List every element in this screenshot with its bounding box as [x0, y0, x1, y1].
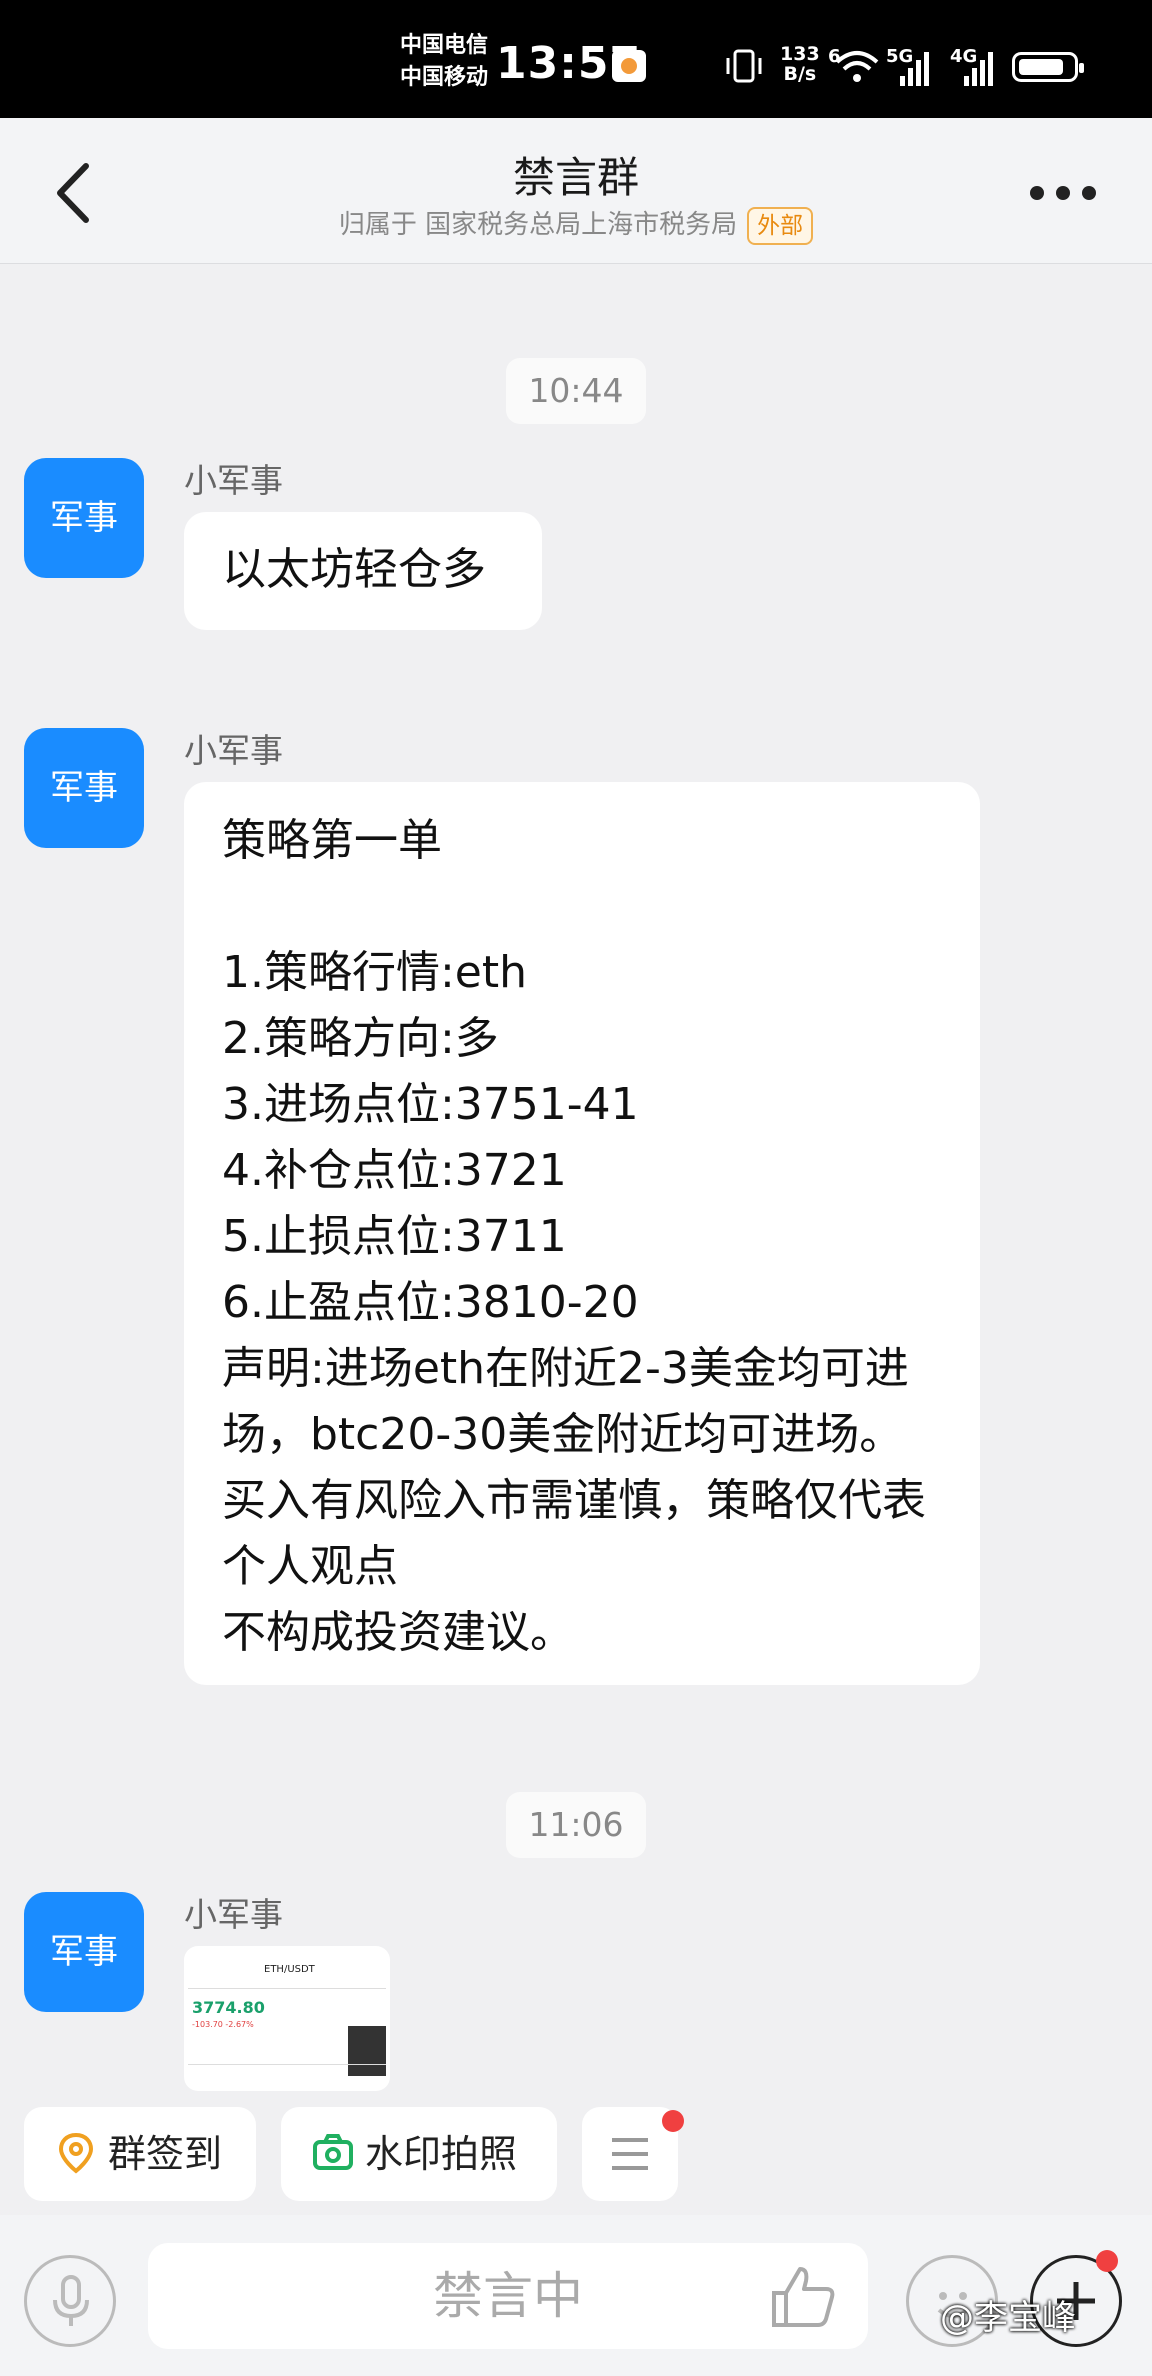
voice-button[interactable] — [24, 2255, 116, 2347]
avatar[interactable]: 军事 — [24, 1892, 144, 2012]
chat-subtitle: 归属于 国家税务总局上海市税务局 外部 — [0, 204, 1152, 245]
image-pair-label: ETH/USDT — [264, 1964, 315, 1975]
chat-header: 禁言群 归属于 国家税务总局上海市税务局 外部 — [0, 118, 1152, 264]
image-chart-area — [348, 2026, 386, 2076]
image-message[interactable]: ETH/USDT 3774.80 -103.70 -2.67% — [184, 1946, 390, 2091]
chat-title: 禁言群 — [512, 153, 639, 202]
battery-icon — [1012, 52, 1084, 82]
sender-name: 小军事 — [184, 1895, 283, 1934]
notification-dot — [1096, 2250, 1118, 2272]
location-pin-icon — [58, 2132, 94, 2174]
group-checkin-button[interactable]: 群签到 — [24, 2107, 256, 2201]
timestamp: 11:06 — [506, 1792, 646, 1858]
wifi-icon — [835, 51, 879, 82]
microphone-icon — [53, 2275, 89, 2326]
status-bar: 中国电信 中国移动 13:57 133 B/s 6 5G 4G — [0, 0, 1152, 118]
group-checkin-label: 群签到 — [108, 2132, 223, 2176]
message-bubble[interactable]: 策略第一单 1.策略行情:eth 2.策略方向:多 3.进场点位:3751-41… — [184, 782, 980, 1685]
speed-unit: B/s — [783, 63, 817, 85]
watermark-camera-button[interactable]: 水印拍照 — [281, 2107, 557, 2201]
watermark-text: @李宝峰 — [940, 2298, 1076, 2338]
image-price: 3774.80 — [192, 1998, 265, 2017]
sender-name: 小军事 — [184, 731, 283, 770]
carrier-2: 中国移动 — [400, 65, 489, 90]
speed-value: 133 — [780, 43, 820, 65]
signal-bars-2-icon — [964, 50, 994, 86]
message-bubble[interactable]: 以太坊轻仓多 — [184, 512, 542, 630]
more-options-icon[interactable] — [1030, 186, 1096, 206]
image-divider — [188, 1988, 386, 1989]
image-divider — [188, 2064, 386, 2065]
external-tag: 外部 — [747, 207, 814, 245]
sender-name: 小军事 — [184, 461, 283, 500]
carrier-1: 中国电信 — [400, 33, 489, 58]
message-text: 策略第一单 1.策略行情:eth 2.策略方向:多 3.进场点位:3751-41… — [222, 815, 926, 1658]
signal-bars-1-icon — [900, 50, 930, 86]
vibrate-icon — [726, 49, 762, 83]
notification-dot — [662, 2110, 684, 2132]
watermark-camera-label: 水印拍照 — [365, 2132, 518, 2176]
carrier-names: 中国电信 中国移动 — [400, 30, 488, 94]
app-notification-icon — [612, 50, 646, 82]
menu-icon — [612, 2138, 648, 2170]
message-text: 以太坊轻仓多 — [222, 544, 486, 595]
avatar[interactable]: 军事 — [24, 728, 144, 848]
camera-icon — [313, 2134, 353, 2170]
timestamp: 10:44 — [506, 358, 646, 424]
group-affiliation: 归属于 国家税务总局上海市税务局 — [338, 210, 738, 240]
thumbs-up-icon[interactable] — [768, 2263, 838, 2329]
image-change: -103.70 -2.67% — [192, 2020, 254, 2029]
avatar[interactable]: 军事 — [24, 458, 144, 578]
network-speed: 133 B/s — [780, 44, 820, 84]
message-input[interactable]: 禁言中 — [148, 2243, 868, 2349]
